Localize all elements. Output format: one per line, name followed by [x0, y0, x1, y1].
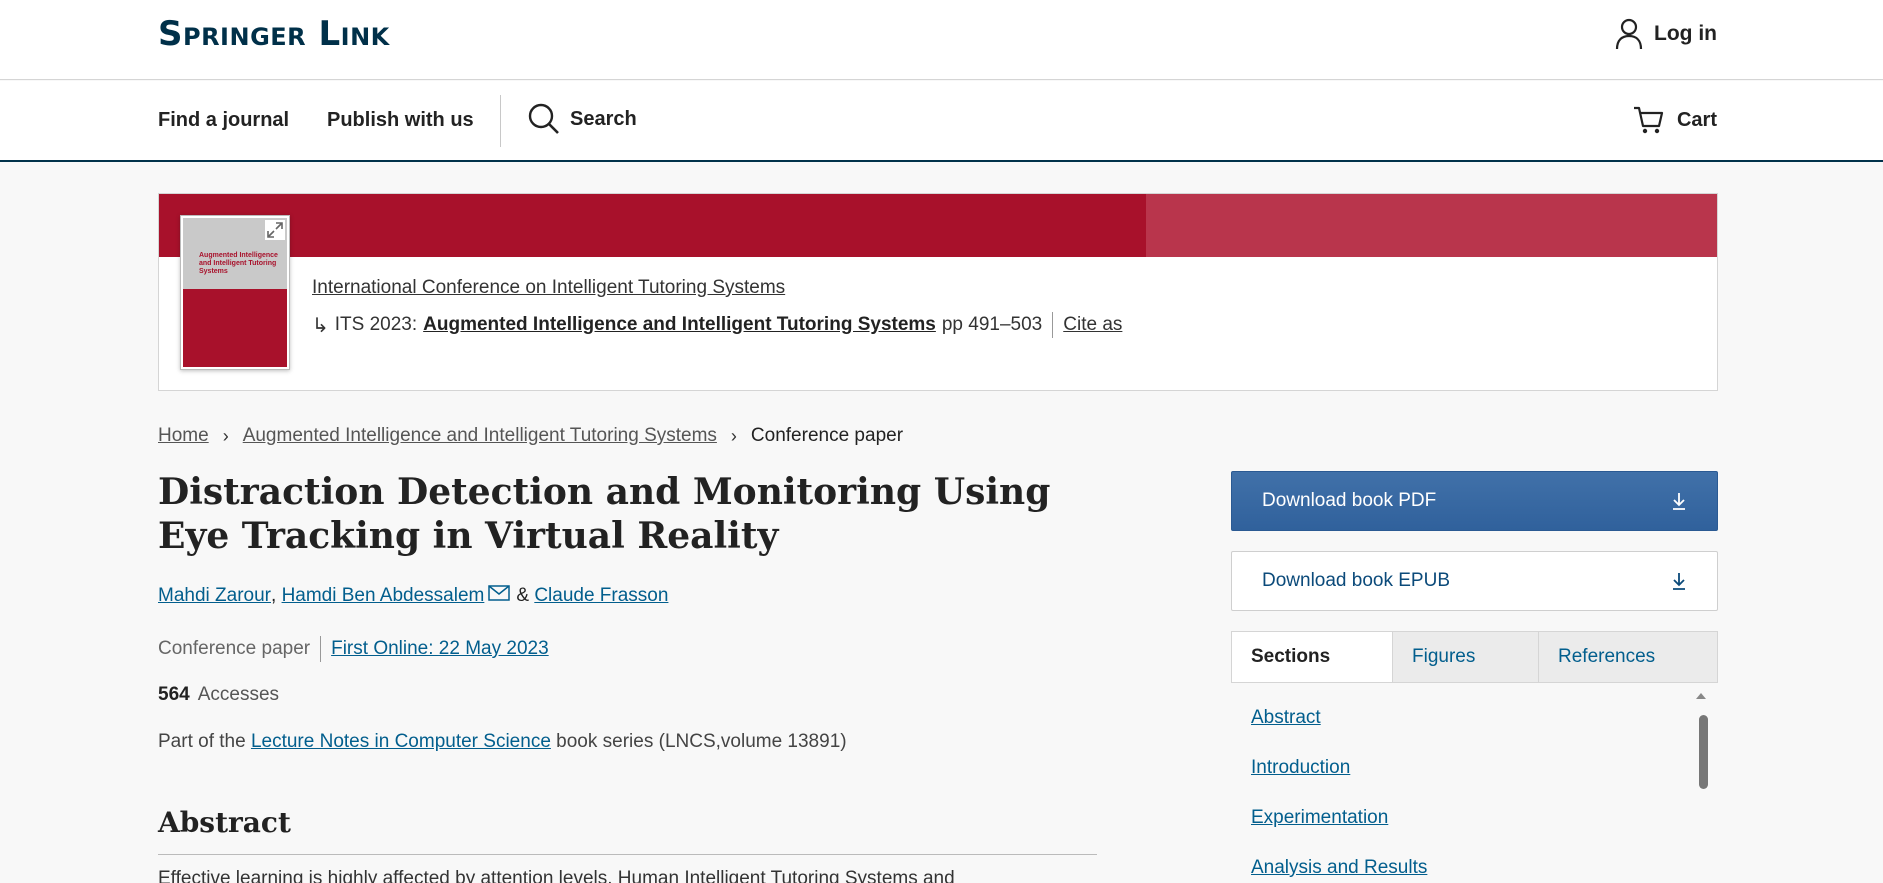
accesses-label: Accesses	[197, 684, 280, 705]
article-type: Conference paper	[158, 638, 311, 659]
main-nav: Find a journal Publish with us Search Ca…	[0, 81, 1883, 162]
book-info-line: ↳ ITS 2023: Augmented Intelligence and I…	[312, 312, 1122, 338]
search-label: Search	[570, 107, 637, 130]
author-link[interactable]: Claude Frasson	[534, 585, 668, 607]
tab-figures[interactable]: Figures	[1393, 632, 1539, 682]
breadcrumb-book[interactable]: Augmented Intelligence and Intelligent T…	[243, 425, 717, 447]
site-header: Springer Link Log in	[0, 0, 1883, 80]
book-cover-image[interactable]: Augmented Intelligence and Intelligent T…	[180, 215, 290, 370]
first-online-link[interactable]: First Online: 22 May 2023	[331, 638, 549, 660]
breadcrumb: Home › Augmented Intelligence and Intell…	[158, 425, 903, 447]
download-pdf-button[interactable]: Download book PDF	[1231, 471, 1718, 531]
download-icon	[1673, 573, 1685, 590]
section-link-introduction[interactable]: Introduction	[1251, 757, 1350, 779]
download-epub-button[interactable]: Download book EPUB	[1231, 551, 1718, 611]
series-link[interactable]: Lecture Notes in Computer Science	[251, 731, 551, 752]
section-link-experimentation[interactable]: Experimentation	[1251, 807, 1388, 829]
author-list: Mahdi Zarour , Hamdi Ben Abdessalem & Cl…	[158, 585, 669, 607]
search-icon	[528, 103, 559, 134]
login-label: Log in	[1654, 22, 1717, 45]
sections-list: Abstract Introduction Experimentation An…	[1231, 683, 1718, 883]
banner-color-strip	[159, 194, 1717, 257]
scroll-up-arrow-icon[interactable]	[1696, 693, 1706, 699]
scrollbar-thumb[interactable]	[1699, 715, 1708, 789]
abstract-text: Effective learning is highly affected by…	[158, 868, 955, 883]
publish-with-us-link[interactable]: Publish with us	[327, 109, 474, 132]
author-link[interactable]: Mahdi Zarour	[158, 585, 271, 607]
book-prefix: ITS 2023:	[334, 314, 418, 335]
abstract-heading: Abstract	[158, 806, 291, 839]
chevron-right-icon: ›	[730, 425, 737, 446]
accesses-count: 564	[158, 684, 190, 705]
cover-title: Augmented Intelligence and Intelligent T…	[199, 252, 278, 275]
article-title: Distraction Detection and Monitoring Usi…	[158, 471, 1051, 557]
tab-sections[interactable]: Sections	[1232, 632, 1393, 682]
conference-link[interactable]: International Conference on Intelligent …	[312, 277, 785, 299]
email-icon[interactable]	[488, 585, 511, 601]
download-epub-label: Download book EPUB	[1262, 570, 1450, 591]
login-button[interactable]: Log in	[1614, 18, 1717, 50]
book-pages: pp 491–503	[941, 314, 1043, 335]
breadcrumb-current: Conference paper	[750, 425, 904, 446]
user-icon	[1615, 18, 1643, 50]
section-link-abstract[interactable]: Abstract	[1251, 707, 1321, 729]
accesses-metric: 564 Accesses	[158, 684, 279, 706]
breadcrumb-home[interactable]: Home	[158, 425, 209, 447]
series-info: Part of the Lecture Notes in Computer Sc…	[158, 731, 847, 752]
tab-references[interactable]: References	[1539, 632, 1717, 682]
section-link-analysis-results[interactable]: Analysis and Results	[1251, 857, 1427, 879]
book-banner: Augmented Intelligence and Intelligent T…	[158, 193, 1718, 391]
book-title-link[interactable]: Augmented Intelligence and Intelligent T…	[423, 314, 936, 336]
article-meta: Conference paper First Online: 22 May 20…	[158, 636, 549, 662]
cart-label: Cart	[1676, 108, 1717, 131]
find-journal-link[interactable]: Find a journal	[158, 109, 289, 132]
springer-link-logo[interactable]: Springer Link	[158, 14, 390, 54]
cart-icon	[1633, 106, 1664, 134]
sidebar-tabs: Sections Figures References	[1231, 631, 1718, 683]
chevron-right-icon: ›	[222, 425, 229, 446]
author-link[interactable]: Hamdi Ben Abdessalem	[282, 585, 485, 607]
cite-as-link[interactable]: Cite as	[1063, 314, 1122, 336]
subdirectory-arrow-icon: ↳	[312, 314, 329, 337]
nav-divider	[500, 95, 501, 147]
search-button[interactable]: Search	[528, 103, 637, 135]
cart-button[interactable]: Cart	[1633, 105, 1717, 135]
download-icon	[1673, 493, 1685, 510]
expand-icon[interactable]	[265, 220, 285, 240]
divider	[158, 854, 1097, 855]
download-pdf-label: Download book PDF	[1262, 490, 1437, 511]
